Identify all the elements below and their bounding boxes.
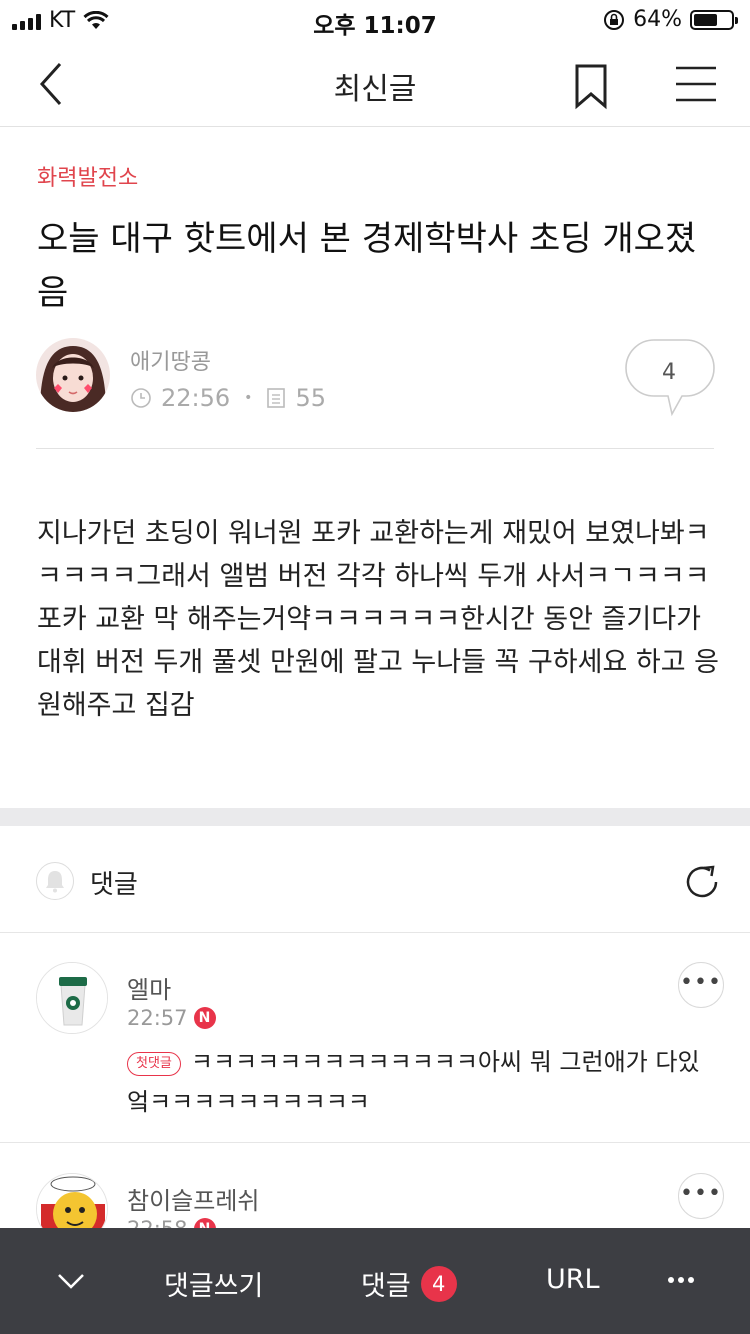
status-right: 64% <box>603 7 738 32</box>
commenter-name[interactable]: 엘마 <box>127 970 171 1005</box>
section-separator <box>0 808 750 826</box>
comment-item: 엘마 22:57 N ••• 첫댓글 ㅋㅋㅋㅋㅋㅋㅋㅋㅋㅋㅋㅋㅋ아씨 뭐 그런애가… <box>0 932 750 1142</box>
view-count: 55 <box>295 384 326 412</box>
new-badge: N <box>193 1218 216 1228</box>
battery-level-fill <box>694 13 718 26</box>
comments-header: 댓글 <box>0 826 750 933</box>
comment-text-block: 첫댓글 ㅋㅋㅋㅋㅋㅋㅋㅋㅋㅋㅋㅋㅋ아씨 뭐 그런애가 다있엌ㅋㅋㅋㅋㅋㅋㅋㅋㅋㅋ <box>127 1042 717 1122</box>
clock-icon <box>131 388 151 408</box>
meta-separator: • <box>244 390 253 406</box>
comments-button-label: 댓글 <box>361 1271 411 1302</box>
comment-count-bubble[interactable]: 4 <box>624 338 716 418</box>
comment-text: ㅋㅋㅋㅋㅋㅋㅋㅋㅋㅋㅋㅋㅋ아씨 뭐 그런애가 다있엌ㅋㅋㅋㅋㅋㅋㅋㅋㅋㅋ <box>127 1048 700 1116</box>
battery-percent: 64% <box>633 7 682 32</box>
write-comment-button[interactable]: 댓글쓰기 <box>164 1264 263 1303</box>
rotation-lock-icon <box>604 9 625 30</box>
first-comment-badge: 첫댓글 <box>127 1052 181 1076</box>
post-time: 22:56 <box>161 384 231 412</box>
comment-more-button[interactable]: ••• <box>678 962 724 1008</box>
comment-time: 22:57 N <box>127 1006 216 1030</box>
more-dots-icon[interactable] <box>666 1268 696 1292</box>
article-meta: 22:56 • 55 <box>130 384 326 412</box>
comment-time-text: 22:57 <box>127 1006 188 1030</box>
comments-count-badge: 4 <box>420 1265 457 1302</box>
url-button[interactable]: URL <box>546 1264 600 1295</box>
tumbler-image <box>37 963 107 1033</box>
divider <box>36 448 714 449</box>
article-category[interactable]: 화력발전소 <box>37 160 138 192</box>
page-title: 최신글 <box>333 72 417 107</box>
commenter-avatar[interactable] <box>36 962 108 1034</box>
comment-count: 4 <box>662 360 676 385</box>
comments-button[interactable]: 댓글 4 <box>361 1264 457 1303</box>
commenter-name[interactable]: 참이슬프레쉬 <box>127 1181 259 1216</box>
chevron-down-icon[interactable] <box>56 1266 86 1296</box>
nav-bar: 최신글 <box>0 40 750 127</box>
comments-title: 댓글 <box>90 870 138 900</box>
bookmark-icon[interactable] <box>570 62 612 110</box>
refresh-icon[interactable] <box>682 862 722 902</box>
battery-icon <box>690 9 738 30</box>
hamburger-menu-icon[interactable] <box>672 64 720 104</box>
avatar-image <box>36 338 110 412</box>
bottom-toolbar: 댓글쓰기 댓글 4 URL <box>0 1228 750 1334</box>
status-bar: KT 오후 11:07 64% <box>0 0 750 40</box>
comment-time-text: 22:58 <box>127 1217 188 1228</box>
comment-item: 참이슬프레쉬 22:58 N ••• <box>0 1143 750 1228</box>
cartoon-character-image <box>37 1174 107 1228</box>
comment-time: 22:58 N <box>127 1217 216 1228</box>
article-body: 지나가던 초딩이 워너원 포카 교환하는게 재밌어 보였나봐ㅋㅋㅋㅋㅋ그래서 앨… <box>37 518 719 721</box>
document-icon <box>267 388 286 408</box>
new-badge: N <box>193 1007 216 1029</box>
commenter-avatar[interactable] <box>36 1173 108 1228</box>
bell-icon[interactable] <box>36 862 74 900</box>
article-title: 오늘 대구 핫트에서 본 경제학박사 초딩 개오졌음 <box>37 219 697 313</box>
author-name[interactable]: 애기땅콩 <box>130 344 211 376</box>
author-avatar[interactable] <box>36 338 110 412</box>
comment-more-button[interactable]: ••• <box>678 1173 724 1219</box>
